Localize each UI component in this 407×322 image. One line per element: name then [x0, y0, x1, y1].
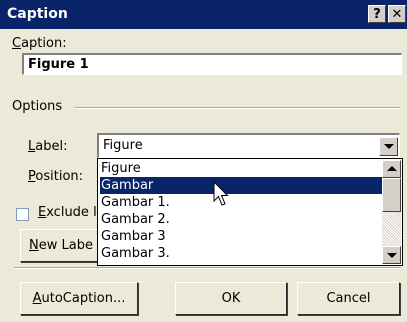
label-field-label: Label: — [28, 139, 68, 154]
ok-button[interactable]: OK — [175, 282, 287, 315]
chevron-down-icon — [387, 253, 397, 258]
mouse-pointer-icon — [213, 181, 229, 206]
scroll-track[interactable] — [382, 212, 401, 246]
dropdown-option[interactable]: Figure — [100, 160, 383, 177]
dropdown-scrollbar[interactable] — [382, 160, 401, 264]
dropdown-option[interactable]: Gambar 1. — [100, 194, 383, 211]
caption-dialog: Caption ? ✕ Caption: Figure 1 Options La… — [0, 0, 407, 322]
options-separator — [75, 107, 400, 109]
label-select-value: Figure — [103, 138, 143, 153]
options-group-title: Options — [12, 99, 63, 114]
caption-label: Caption: — [12, 36, 67, 51]
scroll-down-button[interactable] — [382, 246, 401, 264]
exclude-label: Exclude l — [38, 205, 97, 220]
dropdown-option[interactable]: Gambar — [100, 177, 383, 194]
cancel-button[interactable]: Cancel — [297, 282, 400, 315]
chevron-down-icon — [384, 144, 394, 149]
title-bar[interactable]: Caption ? ✕ — [0, 0, 407, 29]
scroll-thumb[interactable] — [382, 178, 401, 212]
dropdown-option[interactable]: Gambar 3 — [100, 228, 383, 245]
dialog-title: Caption — [7, 6, 68, 22]
position-field-label: Position: — [28, 169, 84, 184]
bottom-separator — [14, 267, 401, 269]
label-select-dropdown-button[interactable] — [379, 137, 398, 156]
dropdown-option[interactable]: Gambar 2. — [100, 211, 383, 228]
label-dropdown-list[interactable]: Figure Gambar Gambar 1. Gambar 2. Gambar 3 Ga… — [97, 158, 403, 266]
dropdown-option[interactable]: Gambar 3. — [100, 245, 383, 262]
caption-label-text: aption: — [21, 36, 67, 51]
scroll-up-button[interactable] — [382, 160, 401, 178]
autocaption-button[interactable]: AutoCaption... — [20, 282, 138, 315]
exclude-checkbox[interactable] — [16, 208, 29, 221]
chevron-up-icon — [387, 166, 397, 171]
caption-input-value: Figure 1 — [28, 57, 89, 72]
close-button[interactable]: ✕ — [388, 5, 406, 23]
label-select[interactable]: Figure — [97, 133, 400, 158]
caption-input[interactable]: Figure 1 — [22, 53, 402, 75]
help-button[interactable]: ? — [368, 5, 386, 23]
